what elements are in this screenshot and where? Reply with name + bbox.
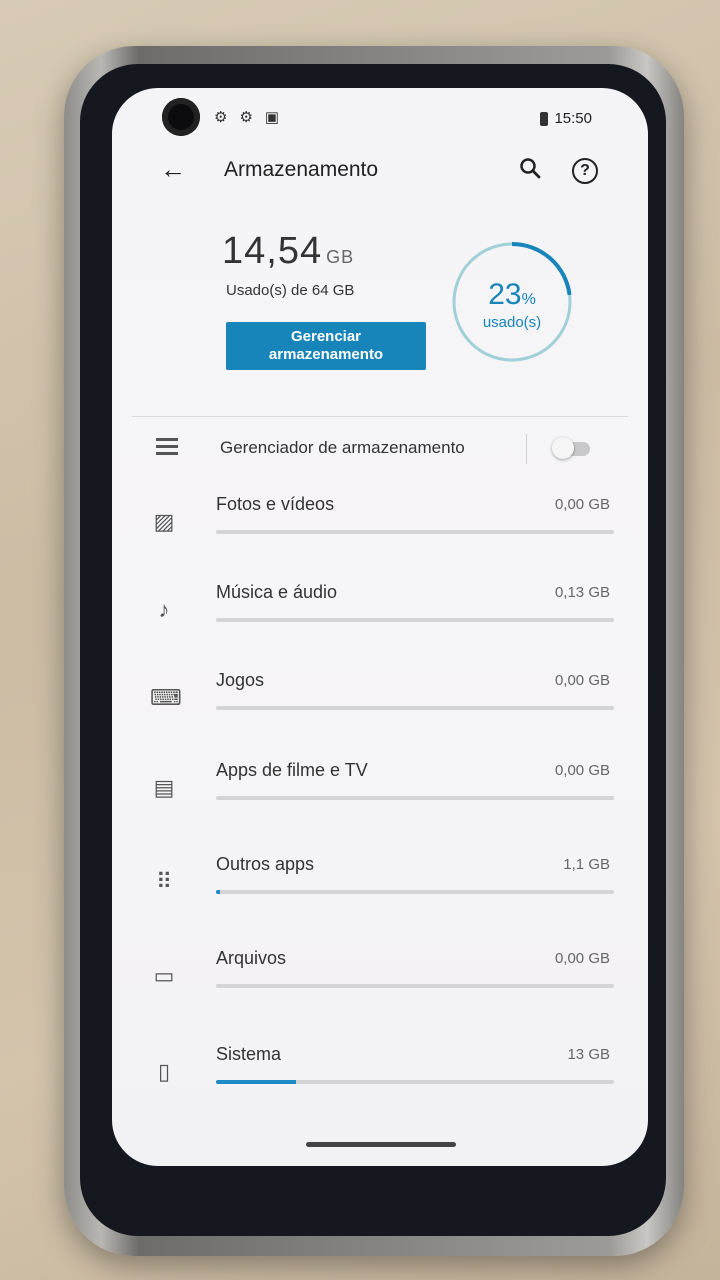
usage-percent-label: usado(s): [482, 314, 542, 331]
manage-storage-button[interactable]: Gerenciar armazenamento: [226, 322, 426, 370]
gamepad-icon: ⌨: [150, 685, 182, 710]
category-size: 0,00 GB: [554, 950, 610, 967]
vertical-divider: [526, 434, 527, 464]
gesture-navigation-bar[interactable]: [306, 1142, 456, 1147]
used-storage-subtitle: Usado(s) de 64 GB: [226, 282, 355, 299]
storage-manager-label: Gerenciador de armazenamento: [220, 438, 465, 457]
gear-icon: ⚙: [239, 109, 253, 126]
category-usage-bar: [216, 890, 614, 894]
category-size: 13 GB: [567, 1046, 610, 1063]
category-row[interactable]: ♪ Música e áudio 0,13 GB: [112, 574, 648, 654]
folder-icon: ▭: [153, 963, 175, 988]
category-label: Apps de filme e TV: [216, 760, 368, 780]
usage-percent-value: 23: [488, 278, 522, 311]
category-label: Fotos e vídeos: [216, 494, 335, 514]
category-usage-bar: [216, 618, 614, 622]
used-storage-value: 14,54: [222, 230, 323, 272]
photo-icon: ▨: [153, 509, 175, 534]
arrow-back-icon[interactable]: ←: [160, 154, 186, 185]
page-title: Armazenamento: [224, 158, 379, 181]
category-row[interactable]: ▯ Sistema 13 GB: [112, 1036, 648, 1116]
help-icon[interactable]: ?: [572, 158, 598, 184]
divider: [132, 416, 628, 417]
usage-percent: 23%: [450, 278, 574, 312]
category-label: Arquivos: [216, 948, 287, 968]
category-label: Jogos: [216, 670, 265, 690]
category-usage-fill: [216, 890, 220, 894]
used-storage: 14,54 GB: [222, 230, 354, 273]
screen: ⚙ ⚙ ▣ 15:50 ← Armazenamento ? 14,54 GB Us…: [112, 88, 648, 1166]
category-row[interactable]: ▨ Fotos e vídeos 0,00 GB: [112, 486, 648, 566]
status-icons-right: 15:50: [540, 110, 592, 127]
clapperboard-icon: ▤: [153, 775, 175, 800]
storage-manager-row[interactable]: Gerenciador de armazenamento: [112, 422, 648, 478]
category-row[interactable]: ▭ Arquivos 0,00 GB: [112, 940, 648, 1020]
list-icon: [156, 438, 178, 459]
category-size: 0,00 GB: [554, 496, 610, 513]
toggle-thumb[interactable]: [552, 437, 574, 459]
battery-icon: [540, 111, 549, 126]
app-bar: ← Armazenamento ?: [112, 144, 648, 194]
status-time: 15:50: [554, 110, 592, 127]
category-label: Música e áudio: [216, 582, 338, 602]
category-row[interactable]: ⌨ Jogos 0,00 GB: [112, 662, 648, 742]
usage-percent-symbol: %: [521, 291, 536, 308]
category-size: 1,1 GB: [563, 856, 610, 873]
category-usage-bar: [216, 984, 614, 988]
status-icons-left: ⚙ ⚙ ▣: [214, 108, 279, 126]
sim-icon: ▣: [264, 109, 280, 126]
category-usage-bar: [216, 530, 614, 534]
category-label: Sistema: [216, 1044, 282, 1064]
category-row[interactable]: ⠿ Outros apps 1,1 GB: [112, 846, 648, 926]
category-size: 0,00 GB: [554, 672, 610, 689]
manage-storage-button-label: Gerenciar armazenamento: [268, 328, 384, 363]
category-size: 0,00 GB: [554, 762, 610, 779]
system-update-icon: ▯: [157, 1059, 171, 1084]
category-size: 0,13 GB: [554, 584, 610, 601]
category-usage-bar: [216, 706, 614, 710]
front-camera: [162, 98, 200, 136]
category-usage-bar: [216, 1080, 614, 1084]
category-row[interactable]: ▤ Apps de filme e TV 0,00 GB: [112, 752, 648, 832]
category-usage-fill: [216, 1080, 296, 1084]
category-usage-bar: [216, 796, 614, 800]
storage-summary: 14,54 GB Usado(s) de 64 GB Gerenciar arma…: [112, 208, 648, 418]
search-icon[interactable]: [518, 156, 542, 185]
gear-icon: ⚙: [214, 109, 228, 126]
music-note-icon: ♪: [158, 597, 170, 622]
used-storage-unit: GB: [326, 247, 355, 267]
apps-grid-icon: ⠿: [155, 869, 173, 894]
category-label: Outros apps: [216, 854, 315, 874]
